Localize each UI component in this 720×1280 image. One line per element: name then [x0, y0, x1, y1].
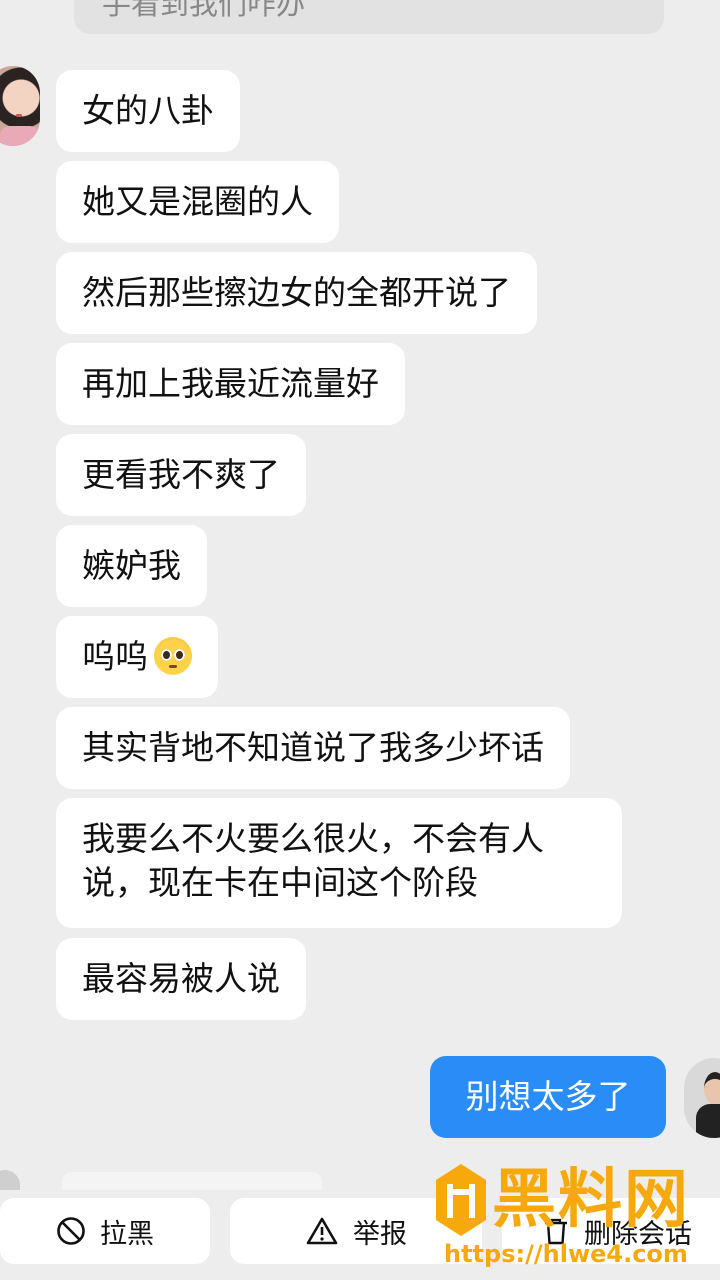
message-bubble[interactable]: 她又是混圈的人	[56, 161, 339, 243]
message-bubble[interactable]: 最容易被人说	[56, 938, 306, 1020]
message-bubble[interactable]: 我要么不火要么很火，不会有人说，现在卡在中间这个阶段	[56, 798, 622, 928]
message-text: 更看我不爽了	[82, 455, 280, 494]
partial-message-text: 手看到我们咋办	[102, 0, 306, 21]
message-text: 再加上我最近流量好	[82, 364, 379, 403]
block-label: 拉黑	[100, 1218, 154, 1250]
pleading-face-emoji-icon	[154, 637, 192, 675]
message-bubble[interactable]: 然后那些擦边女的全都开说了	[56, 252, 537, 334]
delete-conversation-button[interactable]: 删除会话	[502, 1198, 720, 1264]
report-button[interactable]: 举报	[230, 1198, 482, 1264]
message-bubble[interactable]: 其实背地不知道说了我多少坏话	[56, 707, 570, 789]
message-text: 女的八卦	[82, 91, 214, 130]
faint-avatar	[0, 1170, 20, 1190]
message-text: 呜呜	[82, 637, 148, 676]
message-text: 然后那些擦边女的全都开说了	[82, 273, 511, 312]
message-text: 最容易被人说	[82, 959, 280, 998]
ban-icon	[57, 1217, 85, 1245]
self-message-text: 别想太多了	[465, 1077, 631, 1116]
report-label: 举报	[353, 1218, 407, 1250]
self-message-bubble[interactable]: 别想太多了	[430, 1056, 666, 1138]
message-bubble[interactable]: 再加上我最近流量好	[56, 343, 405, 425]
message-bubble[interactable]: 更看我不爽了	[56, 434, 306, 516]
contact-avatar[interactable]	[0, 66, 40, 146]
block-button[interactable]: 拉黑	[0, 1198, 210, 1264]
warning-icon	[306, 1217, 338, 1245]
partial-message-bubble: 手看到我们咋办	[74, 0, 664, 34]
message-text: 其实背地不知道说了我多少坏话	[82, 728, 544, 767]
message-bubble[interactable]: 女的八卦	[56, 70, 240, 152]
trash-icon	[545, 1218, 567, 1245]
message-text: 她又是混圈的人	[82, 182, 313, 221]
message-bubble[interactable]: 嫉妒我	[56, 525, 207, 607]
action-bar: 拉黑 举报 删除会话	[0, 1188, 720, 1280]
message-text: 我要么不火要么很火，不会有人说，现在卡在中间这个阶段	[82, 819, 544, 902]
message-text: 嫉妒我	[82, 546, 181, 585]
delete-conversation-label: 删除会话	[584, 1218, 692, 1250]
message-bubble[interactable]: 呜呜	[56, 616, 218, 698]
self-avatar[interactable]	[684, 1058, 720, 1138]
